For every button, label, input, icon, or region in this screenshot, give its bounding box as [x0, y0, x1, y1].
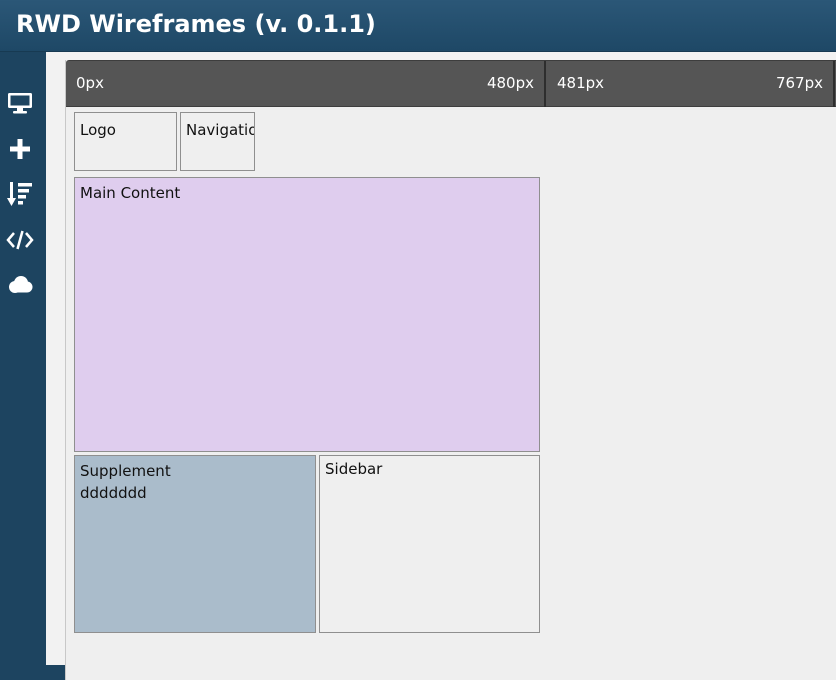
- block-label: Navigation: [186, 121, 254, 139]
- block-text: ddddddd: [80, 484, 147, 502]
- code-icon[interactable]: [5, 225, 35, 255]
- sidebar-block[interactable]: Sidebar: [319, 455, 540, 633]
- breakpoint-start-label: 481px: [557, 74, 605, 92]
- main-content-block[interactable]: Main Content: [74, 177, 540, 452]
- plus-icon[interactable]: [5, 134, 35, 164]
- breakpoint-end-label: 480px: [486, 74, 534, 92]
- block-label: Logo: [80, 121, 116, 139]
- desktop-icon[interactable]: [5, 88, 35, 118]
- block-label: Sidebar: [325, 460, 383, 478]
- cloud-icon[interactable]: [5, 270, 35, 300]
- block-label: Supplement: [80, 462, 171, 480]
- breakpoint-end-label: 767px: [775, 74, 823, 92]
- supplement-block[interactable]: Supplement ddddddd: [74, 455, 316, 633]
- block-label: Main Content: [80, 184, 181, 202]
- navigation-block[interactable]: Navigation: [180, 112, 255, 171]
- tool-sidebar: [0, 52, 46, 665]
- breakpoint-segment[interactable]: 0px 480px: [66, 61, 546, 107]
- breakpoint-ruler: 0px 480px 481px 767px: [66, 60, 836, 107]
- app-header: RWD Wireframes (v. 0.1.1): [0, 0, 836, 52]
- breakpoint-segment[interactable]: 481px 767px: [547, 61, 835, 107]
- wireframe-workspace: 0px 480px 481px 767px Logo Navigation Ma…: [65, 60, 836, 680]
- app-title: RWD Wireframes (v. 0.1.1): [16, 10, 376, 38]
- breakpoint-start-label: 0px: [76, 74, 104, 92]
- sort-icon[interactable]: [5, 179, 35, 209]
- logo-block[interactable]: Logo: [74, 112, 177, 171]
